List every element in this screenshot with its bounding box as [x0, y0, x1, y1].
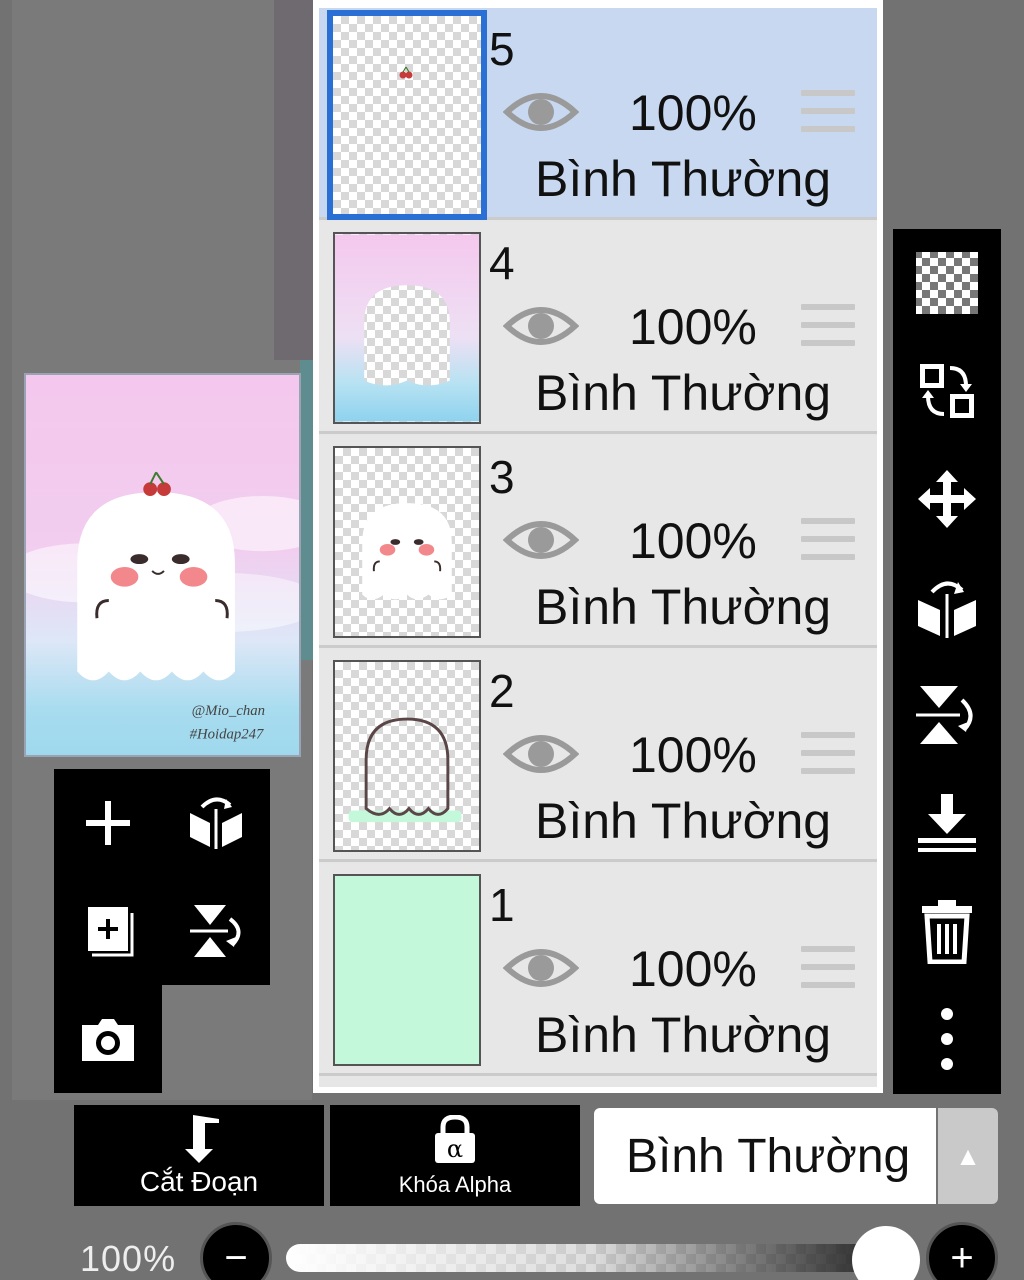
watermark-line-2: #Hoidap247 [190, 726, 264, 742]
transparency-button[interactable] [893, 229, 1001, 337]
drag-handle-icon[interactable] [801, 304, 855, 352]
layer-thumbnail [327, 10, 487, 220]
layer-row-3[interactable]: 3 100% Bình Thường [319, 436, 877, 648]
drag-handle-icon[interactable] [801, 518, 855, 566]
opacity-value-label: 100% [80, 1238, 177, 1279]
delete-layer-button[interactable] [893, 877, 1001, 985]
layer-opacity: 100% [629, 299, 757, 355]
visibility-eye-icon[interactable] [503, 726, 579, 782]
lock-icon: α [435, 1115, 475, 1163]
layer-row-5[interactable]: 5 100% Bình Thường [319, 8, 877, 220]
layer-5-preview [399, 66, 413, 79]
visibility-eye-icon[interactable] [503, 940, 579, 996]
minus-icon: − [224, 1236, 248, 1280]
layer-thumbnail [333, 446, 481, 638]
flip-vertical-right-button[interactable] [893, 661, 1001, 769]
left-toolbar-bottom [54, 985, 162, 1093]
blend-mode-select[interactable]: Bình Thường [594, 1108, 936, 1204]
swap-icon [920, 364, 974, 418]
layer-2-preview [348, 717, 462, 823]
opacity-slider-track[interactable] [286, 1244, 898, 1272]
drag-handle-icon[interactable] [801, 90, 855, 138]
svg-text:α: α [447, 1135, 463, 1163]
layer-thumbnail [333, 232, 481, 424]
layer-number: 3 [489, 451, 515, 503]
layer-opacity: 100% [629, 513, 757, 569]
camera-button[interactable] [54, 985, 162, 1093]
blend-mode-dropdown-button[interactable]: ▲ [938, 1108, 998, 1204]
layer-number: 2 [489, 665, 515, 717]
caret-up-icon: ▲ [955, 1140, 981, 1171]
layers-list: 5 100% Bình Thường 4 100% Bình Thường 3 … [319, 8, 877, 1087]
layer-number: 5 [489, 23, 515, 75]
right-toolbar [893, 229, 1001, 1094]
checkerboard-icon [916, 252, 978, 314]
merge-down-icon [918, 794, 976, 852]
left-toolbar [54, 769, 270, 985]
preview-artwork: @Mio_chan #Hoidap247 [26, 471, 299, 742]
more-options-button[interactable] [893, 985, 1001, 1093]
layer-opacity: 100% [629, 941, 757, 997]
flip-horizontal-button[interactable] [162, 769, 270, 877]
layer-number: 4 [489, 237, 515, 289]
flip-vertical-icon [916, 686, 973, 744]
flip-horizontal-icon [190, 797, 242, 849]
plus-icon: + [950, 1236, 974, 1280]
canvas-preview[interactable]: @Mio_chan #Hoidap247 [24, 373, 301, 757]
duplicate-layer-icon [88, 907, 134, 957]
alpha-lock-label: Khóa Alpha [398, 1172, 512, 1197]
merge-down-button[interactable] [893, 769, 1001, 877]
flip-horizontal-right-button[interactable] [893, 553, 1001, 661]
opacity-increase-button[interactable]: + [926, 1222, 998, 1280]
layer-row-1[interactable]: 1 100% Bình Thường [319, 864, 877, 1076]
add-layer-button[interactable] [54, 769, 162, 877]
opacity-decrease-button[interactable]: − [200, 1222, 272, 1280]
layer-blend-mode: Bình Thường [535, 793, 832, 849]
layer-blend-mode: Bình Thường [535, 1007, 832, 1063]
swap-layers-button[interactable] [893, 337, 1001, 445]
canvas-edge [274, 0, 314, 360]
drag-handle-icon[interactable] [801, 946, 855, 994]
clip-arrow-icon [185, 1115, 219, 1163]
canvas-edge-teal [300, 360, 314, 660]
layer-blend-mode: Bình Thường [535, 151, 832, 207]
clipping-label: Cắt Đoạn [139, 1166, 259, 1197]
layer-blend-mode: Bình Thường [535, 579, 832, 635]
plus-icon [86, 801, 130, 845]
flip-vertical-icon [190, 905, 241, 957]
layer-4-preview [335, 234, 479, 422]
clipping-button[interactable]: Cắt Đoạn [74, 1105, 324, 1206]
layer-thumbnail [333, 874, 481, 1066]
alpha-lock-button[interactable]: α Khóa Alpha [330, 1105, 580, 1206]
flip-horizontal-icon [918, 581, 976, 638]
layer-row-2[interactable]: 2 100% Bình Thường [319, 650, 877, 862]
layer-number: 1 [489, 879, 515, 931]
move-arrows-icon [918, 470, 976, 528]
trash-icon [922, 900, 972, 964]
drag-handle-icon[interactable] [801, 732, 855, 780]
duplicate-layer-button[interactable] [54, 877, 162, 985]
layer-3-preview [362, 503, 452, 600]
layers-panel: 5 100% Bình Thường 4 100% Bình Thường 3 … [313, 0, 883, 1093]
layer-thumbnail [333, 660, 481, 852]
opacity-slider-knob[interactable] [852, 1226, 920, 1280]
flip-vertical-button[interactable] [162, 877, 270, 985]
visibility-eye-icon[interactable] [503, 84, 579, 140]
move-button[interactable] [893, 445, 1001, 553]
watermark-line-1: @Mio_chan [192, 703, 265, 719]
more-vertical-icon [941, 1008, 953, 1070]
camera-icon [82, 1019, 134, 1061]
layer-opacity: 100% [629, 727, 757, 783]
layer-row-4[interactable]: 4 100% Bình Thường [319, 222, 877, 434]
layer-blend-mode: Bình Thường [535, 365, 832, 421]
layer-opacity: 100% [629, 85, 757, 141]
visibility-eye-icon[interactable] [503, 298, 579, 354]
visibility-eye-icon[interactable] [503, 512, 579, 568]
